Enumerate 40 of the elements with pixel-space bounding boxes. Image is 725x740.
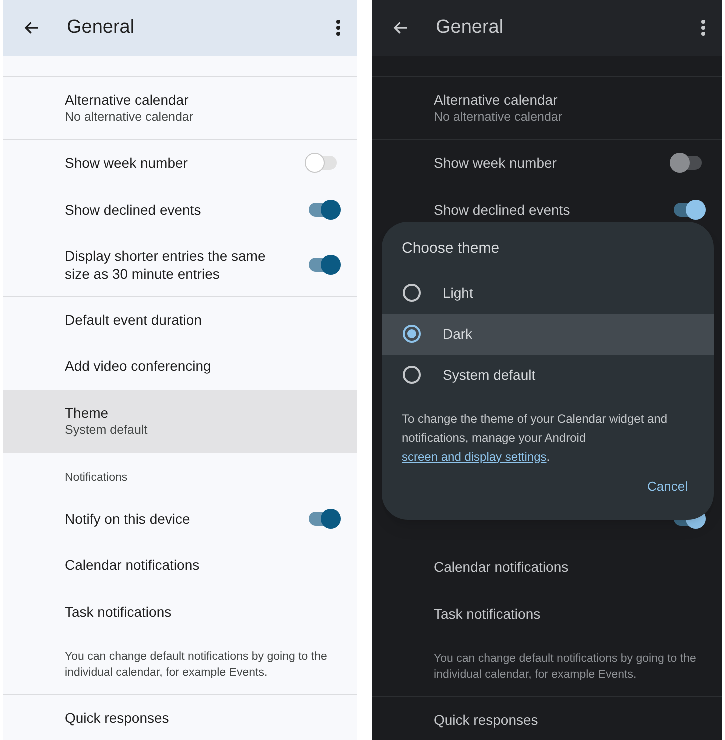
settings-item[interactable]: Theme System default [3, 390, 357, 453]
setting-label: Display shorter entries the same size as 30 minute entries [65, 246, 267, 282]
settings-item[interactable]: Calendar notifications [65, 555, 200, 576]
radio-selected-icon [402, 324, 422, 344]
settings-item[interactable]: Alternative calendar No alternative calendar [372, 76, 722, 139]
radio-option[interactable]: Light [382, 272, 714, 314]
radio-empty-icon [402, 283, 422, 303]
settings-item[interactable]: Quick responses [434, 710, 538, 730]
setting-label: Show week number [434, 154, 558, 172]
item-subtitle: No alternative calendar [65, 108, 195, 126]
cancel-button[interactable]: Cancel [640, 472, 696, 500]
item-subtitle: System default [65, 422, 149, 439]
settings-item[interactable]: Task notifications [65, 602, 172, 623]
radio-option[interactable]: Dark [382, 314, 714, 354]
settings-item[interactable]: Quick responses [65, 708, 170, 728]
screen-title: General [436, 16, 505, 40]
dialog-title: Choose theme [402, 239, 501, 259]
help-text: You can change default notifications by going to the individual calendar, for example Events. [65, 650, 328, 681]
item-title: Theme [65, 404, 110, 422]
setting-label: Show declined events [65, 200, 202, 218]
dialog-text: To change the theme of your Calendar widget and notifications, manage your Android screen and display settings. [402, 410, 669, 466]
setting-label: Show declined events [434, 200, 572, 218]
radio-empty-icon [402, 365, 422, 385]
section-header: Notifications [65, 470, 128, 486]
settings-item[interactable]: Alternative calendar No alternative calendar [3, 76, 357, 139]
settings-link[interactable]: screen and display settings [402, 450, 547, 464]
settings-item[interactable]: Task notifications [434, 604, 541, 625]
settings-item[interactable]: Default event duration [65, 310, 202, 330]
screen-title: General [67, 16, 136, 40]
radio-option[interactable]: System default [382, 354, 714, 396]
item-subtitle: No alternative calendar [434, 108, 564, 126]
settings-item[interactable]: Add video conferencing [65, 356, 212, 377]
more-menu-icon[interactable] [701, 20, 706, 36]
item-title: Alternative calendar [65, 90, 190, 108]
more-menu-icon[interactable] [336, 20, 341, 36]
item-title: Alternative calendar [434, 90, 559, 108]
setting-label: Notify on this device [65, 510, 192, 528]
help-text: You can change default notifications by going to the individual calendar, for example Events. [434, 652, 698, 683]
settings-item[interactable]: Calendar notifications [434, 557, 569, 578]
setting-label: Show week number [65, 154, 189, 172]
